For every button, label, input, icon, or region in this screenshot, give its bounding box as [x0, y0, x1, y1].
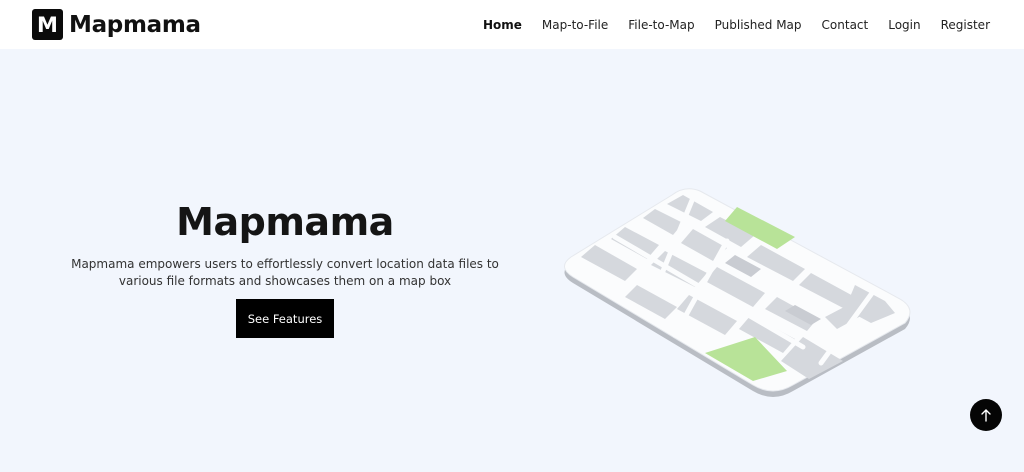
- nav-contact[interactable]: Contact: [822, 18, 869, 32]
- nav-login[interactable]: Login: [888, 18, 920, 32]
- nav-map-to-file[interactable]: Map-to-File: [542, 18, 608, 32]
- brand[interactable]: M Mapmama: [32, 9, 201, 40]
- nav-home[interactable]: Home: [483, 18, 522, 32]
- nav-links: Home Map-to-File File-to-Map Published M…: [483, 0, 990, 49]
- brand-name: Mapmama: [69, 11, 201, 38]
- logo-icon: M: [32, 9, 63, 40]
- hero-description: Mapmama empowers users to effortlessly c…: [71, 257, 499, 288]
- nav-file-to-map[interactable]: File-to-Map: [628, 18, 694, 32]
- nav-published-map[interactable]: Published Map: [715, 18, 802, 32]
- isometric-map-icon: [564, 188, 911, 397]
- scroll-to-top-button[interactable]: [970, 399, 1002, 431]
- hero-title: Mapmama: [176, 200, 394, 244]
- arrow-up-icon: [981, 409, 991, 422]
- nav-register[interactable]: Register: [941, 18, 990, 32]
- hero-section: Mapmama Mapmama empowers users to effort…: [60, 200, 510, 338]
- top-navbar: M Mapmama Home Map-to-File File-to-Map P…: [0, 0, 1024, 49]
- see-features-button[interactable]: See Features: [236, 299, 334, 338]
